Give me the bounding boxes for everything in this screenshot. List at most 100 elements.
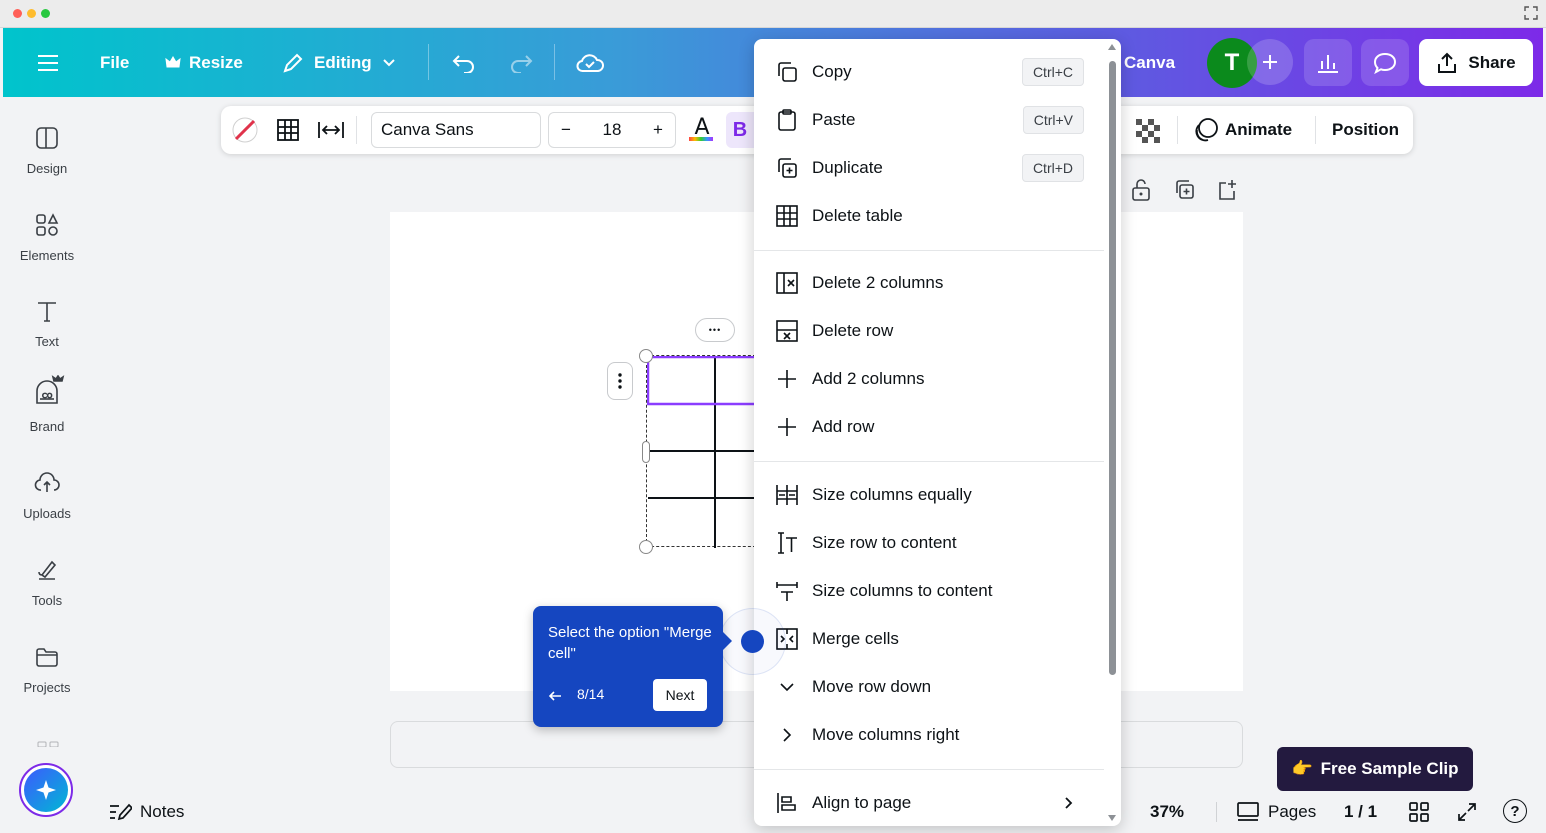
fill-color-button[interactable] [231, 116, 259, 144]
decrease-size-button[interactable]: − [561, 120, 571, 140]
menu-item-size-row[interactable]: Size row to content [754, 519, 1104, 567]
menu-item-paste[interactable]: Paste Ctrl+V [754, 96, 1104, 144]
sidebar-item-label: Projects [23, 680, 71, 695]
sidebar-item-label: Uploads [23, 506, 71, 521]
plus-icon [1263, 55, 1277, 69]
sidebar-item-tools[interactable]: Tools [3, 557, 91, 608]
scroll-up-icon[interactable] [1107, 43, 1117, 51]
fullscreen-icon[interactable] [1524, 6, 1538, 20]
menu-scrollbar[interactable] [1107, 43, 1117, 822]
back-arrow-icon[interactable] [548, 690, 562, 702]
free-sample-clip-button[interactable]: 👉 Free Sample Clip [1277, 747, 1473, 791]
guide-tooltip: Select the option "Merge cell" 8/14 Next [533, 606, 732, 727]
pages-button[interactable]: Pages [1236, 800, 1316, 824]
undo-button[interactable] [452, 28, 476, 97]
menu-item-move-row-down[interactable]: Move row down [754, 663, 1104, 711]
resize-handle[interactable] [642, 441, 650, 463]
resize-button[interactable]: Resize [165, 28, 243, 97]
scroll-thumb[interactable] [1109, 61, 1116, 675]
table-grid-icon [277, 119, 299, 141]
editing-mode-dropdown[interactable]: Editing [282, 28, 396, 97]
add-collaborator-button[interactable] [1247, 39, 1293, 85]
more-apps-icon[interactable] [37, 734, 59, 748]
menu-item-label: Copy [812, 62, 852, 81]
share-button[interactable]: Share [1419, 39, 1533, 86]
expand-icon [1458, 803, 1476, 821]
sidebar-item-projects[interactable]: Projects [3, 644, 91, 695]
menu-item-size-columns-content[interactable]: Size columns to content [754, 567, 1104, 615]
help-button[interactable]: ? [1503, 799, 1527, 823]
menu-item-delete-columns[interactable]: Delete 2 columns [754, 259, 1104, 307]
zoom-level[interactable]: 37% [1150, 800, 1184, 824]
font-size-stepper[interactable]: − 18 + [548, 112, 676, 148]
hotspot-dot[interactable] [741, 630, 764, 653]
increase-size-button[interactable]: + [653, 120, 663, 140]
menu-icon[interactable] [37, 28, 59, 97]
add-page-icon [1219, 180, 1236, 200]
menu-item-size-columns-equally[interactable]: Size columns equally [754, 471, 1104, 519]
menu-item-move-columns-right[interactable]: Move columns right [754, 711, 1104, 759]
magic-assistant-button[interactable] [19, 763, 73, 817]
file-menu[interactable]: File [100, 28, 129, 97]
font-family-dropdown[interactable]: Canva Sans [371, 112, 541, 148]
duplicate-page-button[interactable] [1173, 178, 1195, 207]
pointing-hand-icon: 👉 [1291, 759, 1313, 778]
insights-button[interactable] [1304, 39, 1352, 86]
sidebar-item-brand[interactable]: CO Brand [3, 375, 91, 434]
cloud-saved-button[interactable] [576, 28, 604, 97]
duplicate-icon [775, 156, 799, 180]
redo-button[interactable] [509, 28, 533, 97]
menu-item-label: Delete 2 columns [812, 273, 944, 292]
table[interactable] [647, 356, 757, 548]
menu-item-add-columns[interactable]: Add 2 columns [754, 355, 1104, 403]
grid-view-button[interactable] [1408, 800, 1430, 824]
transparency-button[interactable] [1135, 118, 1161, 149]
menu-item-delete-row[interactable]: Delete row [754, 307, 1104, 355]
grid-view-icon [1409, 802, 1429, 822]
sidebar-item-text[interactable]: Text [3, 298, 91, 349]
shapes-icon [36, 213, 59, 236]
table-border-button[interactable] [276, 118, 300, 147]
resize-handle[interactable] [639, 540, 653, 554]
divider [1216, 802, 1217, 822]
divider [356, 116, 357, 144]
maximize-window-button[interactable] [41, 9, 50, 18]
duplicate-page-icon [1176, 180, 1194, 199]
animate-icon [1195, 118, 1218, 142]
context-menu: Copy Ctrl+C Paste Ctrl+V Duplicate Ctrl+… [754, 39, 1121, 826]
promo-label: Free Sample Clip [1320, 759, 1459, 778]
row-handle-button[interactable] [607, 362, 633, 400]
table-icon [775, 204, 799, 228]
more-options-button[interactable]: ••• [695, 318, 735, 342]
scroll-down-icon[interactable] [1107, 814, 1117, 822]
spacing-button[interactable] [317, 120, 345, 145]
notes-button[interactable]: Notes [108, 800, 184, 824]
menu-divider [754, 769, 1104, 770]
next-button[interactable]: Next [653, 679, 707, 711]
menu-item-align-to-page[interactable]: Align to page [754, 779, 1104, 826]
menu-item-label: Size row to content [812, 533, 957, 552]
menu-item-copy[interactable]: Copy Ctrl+C [754, 48, 1104, 96]
position-button[interactable]: Position [1332, 106, 1399, 154]
resize-label: Resize [189, 52, 243, 72]
minimize-window-button[interactable] [27, 9, 36, 18]
menu-item-duplicate[interactable]: Duplicate Ctrl+D [754, 144, 1104, 192]
close-window-button[interactable] [13, 9, 22, 18]
resize-handle[interactable] [639, 349, 653, 363]
bold-button[interactable]: B [726, 112, 754, 148]
lock-page-button[interactable] [1130, 178, 1152, 207]
add-page-button[interactable] [1216, 178, 1238, 207]
font-size-input[interactable]: 18 [603, 120, 622, 140]
sparkle-icon [24, 768, 68, 812]
menu-divider [754, 250, 1104, 251]
text-color-button[interactable]: A [689, 115, 715, 145]
sidebar-item-elements[interactable]: Elements [3, 212, 91, 263]
menu-item-merge-cells[interactable]: Merge cells [754, 615, 1104, 663]
comments-button[interactable] [1361, 39, 1409, 86]
menu-item-delete-table[interactable]: Delete table [754, 192, 1104, 240]
sidebar-item-uploads[interactable]: Uploads [3, 470, 91, 521]
menu-item-add-row[interactable]: Add row [754, 403, 1104, 451]
animate-button[interactable]: Animate [1193, 106, 1292, 154]
sidebar-item-design[interactable]: Design [3, 125, 91, 176]
fullscreen-button[interactable] [1456, 800, 1478, 824]
